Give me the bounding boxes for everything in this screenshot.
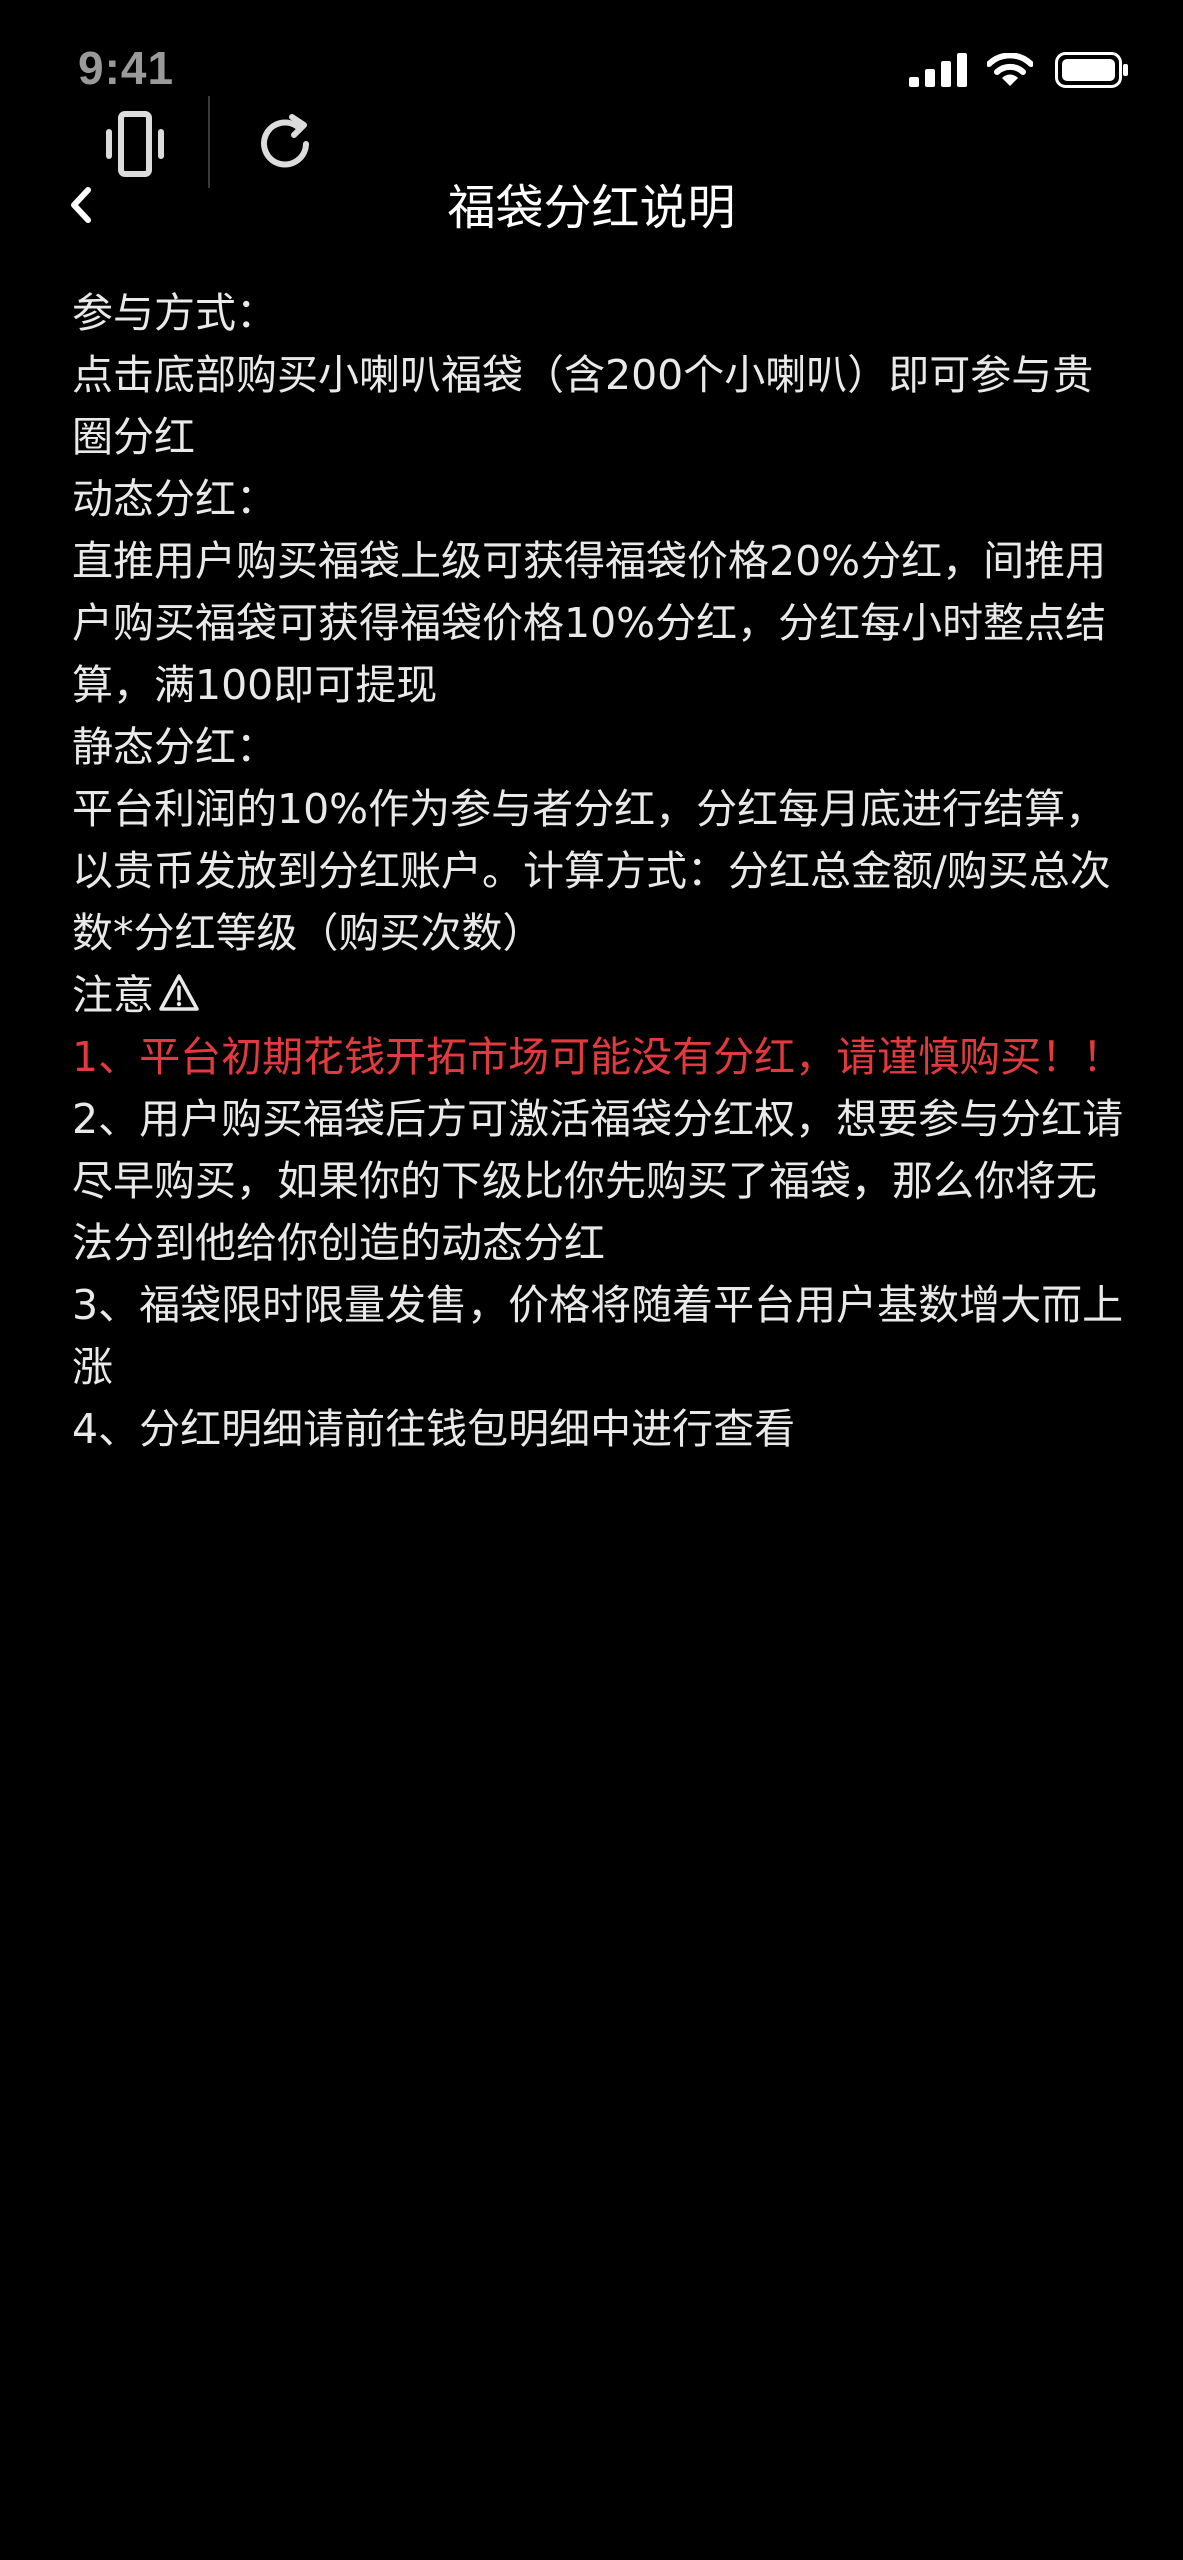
notice-item-4: 4、分红明细请前往钱包明细中进行查看 <box>72 1405 796 1453</box>
dynamic-heading: 动态分红： <box>72 475 277 523</box>
status-icons <box>909 50 1129 90</box>
notice-item-1: 1、平台初期花钱开拓市场可能没有分红，请谨慎购买！！ <box>72 1033 1124 1081</box>
battery-icon <box>1055 52 1128 88</box>
refresh-icon <box>261 114 309 168</box>
notice-heading: 注意 <box>72 971 154 1019</box>
vibrate-icon <box>106 111 164 177</box>
participation-heading: 参与方式： <box>72 289 277 337</box>
capsule-divider <box>208 96 210 188</box>
status-time: 9:41 <box>78 42 175 94</box>
static-text: 平台利润的10%作为参与者分红，分红每月底进行结算，以贵币发放到分红账户。计算方… <box>72 785 1111 957</box>
notice-item-2: 2、用户购买福袋后方可激活福袋分红权，想要参与分红请尽早购买，如果你的下级比你先… <box>72 1095 1124 1267</box>
warning-icon <box>159 974 199 1011</box>
static-heading: 静态分红： <box>72 723 277 771</box>
notice-heading-row: 注意 <box>72 964 1132 1026</box>
explanation-content: 参与方式： 点击底部购买小喇叭福袋（含200个小喇叭）即可参与贵圈分红 动态分红… <box>72 282 1132 1460</box>
dynamic-text: 直推用户购买福袋上级可获得福袋价格20%分红，间推用户购买福袋可获得福袋价格10… <box>72 537 1107 709</box>
notice-item-3: 3、福袋限时限量发售，价格将随着平台用户基数增大而上涨 <box>72 1281 1124 1391</box>
participation-text: 点击底部购买小喇叭福袋（含200个小喇叭）即可参与贵圈分红 <box>72 351 1094 461</box>
page-title: 福袋分红说明 <box>447 180 736 236</box>
signal-icon <box>909 53 967 87</box>
wifi-icon <box>987 53 1033 86</box>
